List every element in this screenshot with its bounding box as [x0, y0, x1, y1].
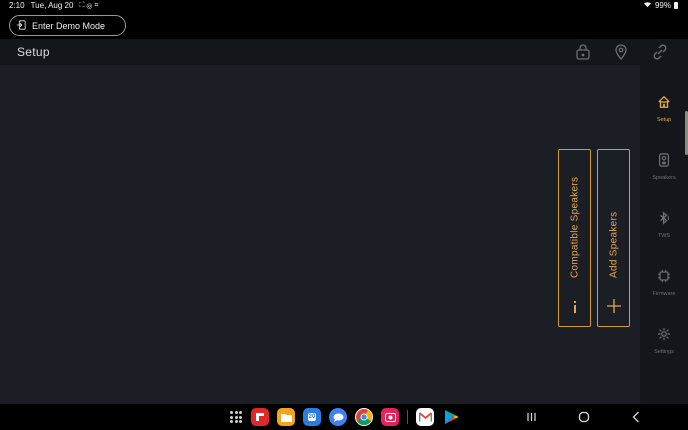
gear-icon: [657, 327, 671, 346]
status-date: Tue, Aug 20: [30, 1, 74, 10]
app-header: Setup: [0, 39, 688, 65]
system-taskbar: 20: [0, 404, 688, 430]
apps-grid-icon[interactable]: [229, 410, 243, 424]
add-speakers-card[interactable]: Add Speakers: [597, 149, 630, 327]
status-left: 2:10 Tue, Aug 20 ⛶ ◎ ⌗: [9, 1, 98, 10]
sidebar-item-tws[interactable]: TWS: [640, 211, 688, 251]
screen-recorder-icon[interactable]: [381, 408, 399, 426]
messages-icon[interactable]: [329, 408, 347, 426]
sidebar-item-speakers[interactable]: Speakers: [640, 153, 688, 193]
chrome-icon[interactable]: [355, 408, 373, 426]
info-icon: [572, 298, 578, 316]
speaker-icon: [657, 153, 671, 172]
battery-percent: 99%: [654, 1, 671, 10]
compatible-speakers-card[interactable]: Compatible Speakers: [558, 149, 591, 327]
enter-icon: [16, 19, 26, 32]
status-bar: 2:10 Tue, Aug 20 ⛶ ◎ ⌗ 99%: [0, 0, 688, 13]
screenshot-icon: ⛶: [79, 1, 85, 9]
link-icon[interactable]: [652, 44, 668, 60]
sidebar-item-label: Firmware: [652, 291, 676, 297]
plus-icon: [606, 298, 621, 316]
compatible-speakers-label: Compatible Speakers: [569, 176, 580, 278]
sidebar: Setup Speakers TWS Firmware Settings: [640, 65, 688, 404]
enter-demo-mode-button[interactable]: Enter Demo Mode: [9, 15, 126, 36]
home-button-icon[interactable]: [578, 410, 590, 428]
mirror-icon: ⌗: [94, 1, 99, 9]
play-store-icon[interactable]: [442, 408, 460, 426]
sync-icon: ◎: [86, 2, 93, 10]
dock-separator: [407, 410, 408, 424]
recent-apps-icon[interactable]: [527, 410, 536, 428]
flipboard-icon[interactable]: [251, 408, 269, 426]
status-time: 2:10: [9, 1, 25, 10]
files-icon[interactable]: [277, 408, 295, 426]
sidebar-item-label: Settings: [654, 349, 674, 355]
main-content: Compatible Speakers Add Speakers: [0, 65, 640, 404]
home-icon: [657, 95, 671, 114]
battery-icon: [674, 2, 678, 9]
bluetooth-icon: [657, 211, 671, 230]
back-icon[interactable]: [632, 410, 640, 428]
status-right: 99%: [643, 1, 678, 10]
add-speakers-label: Add Speakers: [608, 211, 619, 278]
sidebar-item-firmware[interactable]: Firmware: [640, 269, 688, 309]
calendar-icon[interactable]: 20: [303, 408, 321, 426]
lock-speaker-icon[interactable]: [575, 44, 591, 60]
page-title: Setup: [17, 45, 50, 59]
wifi-icon: [643, 1, 652, 10]
chip-icon: [657, 269, 671, 288]
app-dock: 20: [229, 408, 460, 426]
sidebar-item-settings[interactable]: Settings: [640, 327, 688, 367]
sidebar-item-label: TWS: [657, 233, 671, 239]
sidebar-item-label: Setup: [656, 117, 672, 123]
sidebar-item-setup[interactable]: Setup: [640, 95, 688, 135]
notification-icons: ⛶ ◎ ⌗: [79, 2, 98, 10]
gmail-icon[interactable]: [416, 408, 434, 426]
enter-demo-mode-label: Enter Demo Mode: [32, 20, 106, 31]
location-pin-icon[interactable]: [613, 44, 629, 61]
sidebar-item-label: Speakers: [652, 175, 676, 181]
calendar-day: 20: [307, 413, 317, 421]
